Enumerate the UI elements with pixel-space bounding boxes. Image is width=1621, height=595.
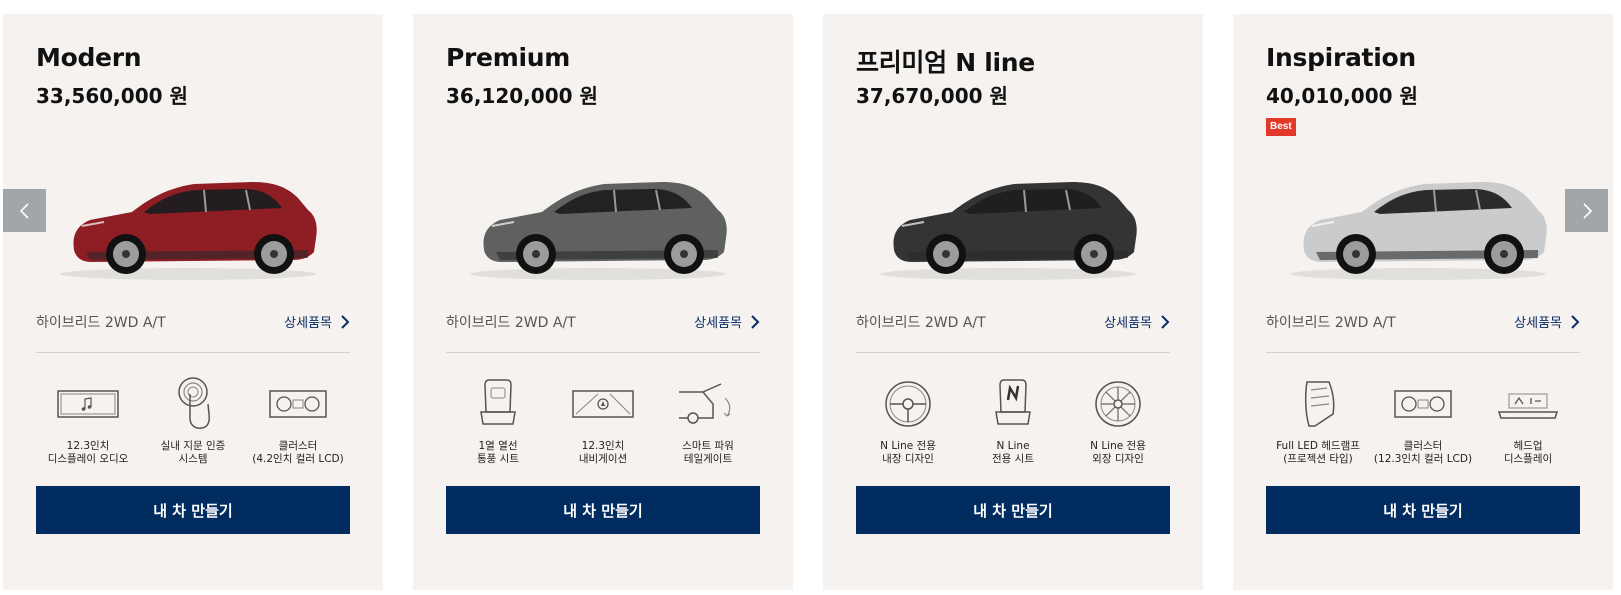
feature-label: 클러스터 (4.2인치 컬러 LCD) <box>252 440 344 465</box>
heated-seat-icon <box>480 379 516 425</box>
feature-label: N Line 전용 외장 디자인 <box>1090 440 1146 465</box>
trim-card-modern: Modern 33,560,000 원 하이브리드 2WD A/T 상세품목 1… <box>3 14 383 590</box>
trim-name: Premium <box>446 43 570 72</box>
detail-link-label: 상세품목 <box>1104 316 1152 331</box>
divider <box>856 352 1170 353</box>
car-image <box>456 154 740 294</box>
feature-label: 클러스터 (12.3인치 컬러 LCD) <box>1373 440 1473 465</box>
feature-label: 헤드업 디스플레이 <box>1503 440 1553 465</box>
chevron-right-icon <box>1582 202 1592 219</box>
feature-list: 12.3인치 디스플레이 오디오 실내 지문 인증 시스템 클러스터 (4.2인… <box>36 374 350 468</box>
n-seat-icon <box>995 379 1031 425</box>
best-badge: Best <box>1266 118 1296 136</box>
detail-link[interactable]: 상세품목 <box>284 312 350 331</box>
build-my-car-button[interactable]: 내 차 만들기 <box>856 486 1170 534</box>
fingerprint-icon <box>178 377 210 429</box>
detail-link[interactable]: 상세품목 <box>1514 312 1580 331</box>
feature-label: 12.3인치 디스플레이 오디오 <box>47 440 129 465</box>
navigation-icon <box>572 390 634 418</box>
car-image <box>1276 154 1560 294</box>
car-image <box>866 154 1150 294</box>
cluster-icon <box>269 390 327 418</box>
trim-name: 프리미엄 N line <box>856 48 1035 77</box>
feature-item: Full LED 헤드램프 (프로젝션 타입) <box>1266 374 1370 468</box>
feature-label: 1열 열선 통풍 시트 <box>477 440 519 465</box>
divider <box>36 352 350 353</box>
cluster-icon <box>1394 390 1452 418</box>
detail-link-label: 상세품목 <box>694 316 742 331</box>
engine-label: 하이브리드 2WD A/T <box>446 315 576 331</box>
wheel-icon <box>1095 381 1141 427</box>
build-my-car-button[interactable]: 내 차 만들기 <box>1266 486 1580 534</box>
feature-item: 1열 열선 통풍 시트 <box>446 374 550 468</box>
feature-item: N Line 전용 시트 <box>961 374 1065 468</box>
feature-label: Full LED 헤드램프 (프로젝션 타입) <box>1276 440 1360 465</box>
feature-item: 클러스터 (12.3인치 컬러 LCD) <box>1371 374 1475 468</box>
feature-item: 클러스터 (4.2인치 컬러 LCD) <box>246 374 350 468</box>
chevron-right-icon <box>751 314 760 329</box>
led-headlamp-icon <box>1304 381 1335 427</box>
chevron-right-icon <box>1571 314 1580 329</box>
divider <box>1266 352 1580 353</box>
trim-price: 36,120,000 원 <box>446 84 598 108</box>
engine-label: 하이브리드 2WD A/T <box>856 315 986 331</box>
head-up-display-icon <box>1497 393 1559 419</box>
build-my-car-button[interactable]: 내 차 만들기 <box>446 486 760 534</box>
feature-item: 스마트 파워 테일게이트 <box>656 374 760 468</box>
trim-card-premium-n-line: 프리미엄 N line 37,670,000 원 하이브리드 2WD A/T 상… <box>823 14 1203 590</box>
feature-label: N Line 전용 내장 디자인 <box>880 440 936 465</box>
feature-item: N Line 전용 내장 디자인 <box>856 374 960 468</box>
power-tailgate-icon <box>679 383 731 424</box>
feature-item: N Line 전용 외장 디자인 <box>1066 374 1170 468</box>
feature-item: 실내 지문 인증 시스템 <box>141 374 245 468</box>
feature-list: 1열 열선 통풍 시트 12.3인치 내비게이션 스마트 파워 테일게이트 <box>446 374 760 468</box>
steering-wheel-icon <box>885 381 931 427</box>
chevron-left-icon <box>19 202 29 219</box>
engine-label: 하이브리드 2WD A/T <box>36 315 166 331</box>
detail-link-label: 상세품목 <box>284 316 332 331</box>
carousel-prev-button[interactable] <box>3 189 46 232</box>
divider <box>446 352 760 353</box>
feature-label: 스마트 파워 테일게이트 <box>682 440 734 465</box>
trim-price: 33,560,000 원 <box>36 84 188 108</box>
trim-name: Inspiration <box>1266 43 1416 72</box>
car-image <box>46 154 330 294</box>
trim-card-premium: Premium 36,120,000 원 하이브리드 2WD A/T 상세품목 <box>413 14 793 590</box>
display-audio-icon <box>57 390 119 418</box>
detail-link[interactable]: 상세품목 <box>694 312 760 331</box>
feature-label: N Line 전용 시트 <box>992 440 1034 465</box>
engine-label: 하이브리드 2WD A/T <box>1266 315 1396 331</box>
feature-list: Full LED 헤드램프 (프로젝션 타입) 클러스터 (12.3인치 컬러 … <box>1266 374 1580 468</box>
trim-card-inspiration: Inspiration 40,010,000 원 Best 하이브리드 2WD … <box>1233 14 1613 590</box>
trim-price: 37,670,000 원 <box>856 84 1008 108</box>
trim-price: 40,010,000 원 <box>1266 84 1418 108</box>
feature-item: 12.3인치 디스플레이 오디오 <box>36 374 140 468</box>
feature-list: N Line 전용 내장 디자인 N Line 전용 시트 N Line 전용 … <box>856 374 1170 468</box>
feature-item: 헤드업 디스플레이 <box>1476 374 1580 468</box>
chevron-right-icon <box>341 314 350 329</box>
feature-label: 12.3인치 내비게이션 <box>578 440 628 465</box>
detail-link-label: 상세품목 <box>1514 316 1562 331</box>
trim-carousel: Modern 33,560,000 원 하이브리드 2WD A/T 상세품목 1… <box>0 0 1621 595</box>
feature-label: 실내 지문 인증 시스템 <box>160 440 226 465</box>
chevron-right-icon <box>1161 314 1170 329</box>
carousel-next-button[interactable] <box>1565 189 1608 232</box>
trim-name: Modern <box>36 43 142 72</box>
feature-item: 12.3인치 내비게이션 <box>551 374 655 468</box>
detail-link[interactable]: 상세품목 <box>1104 312 1170 331</box>
build-my-car-button[interactable]: 내 차 만들기 <box>36 486 350 534</box>
